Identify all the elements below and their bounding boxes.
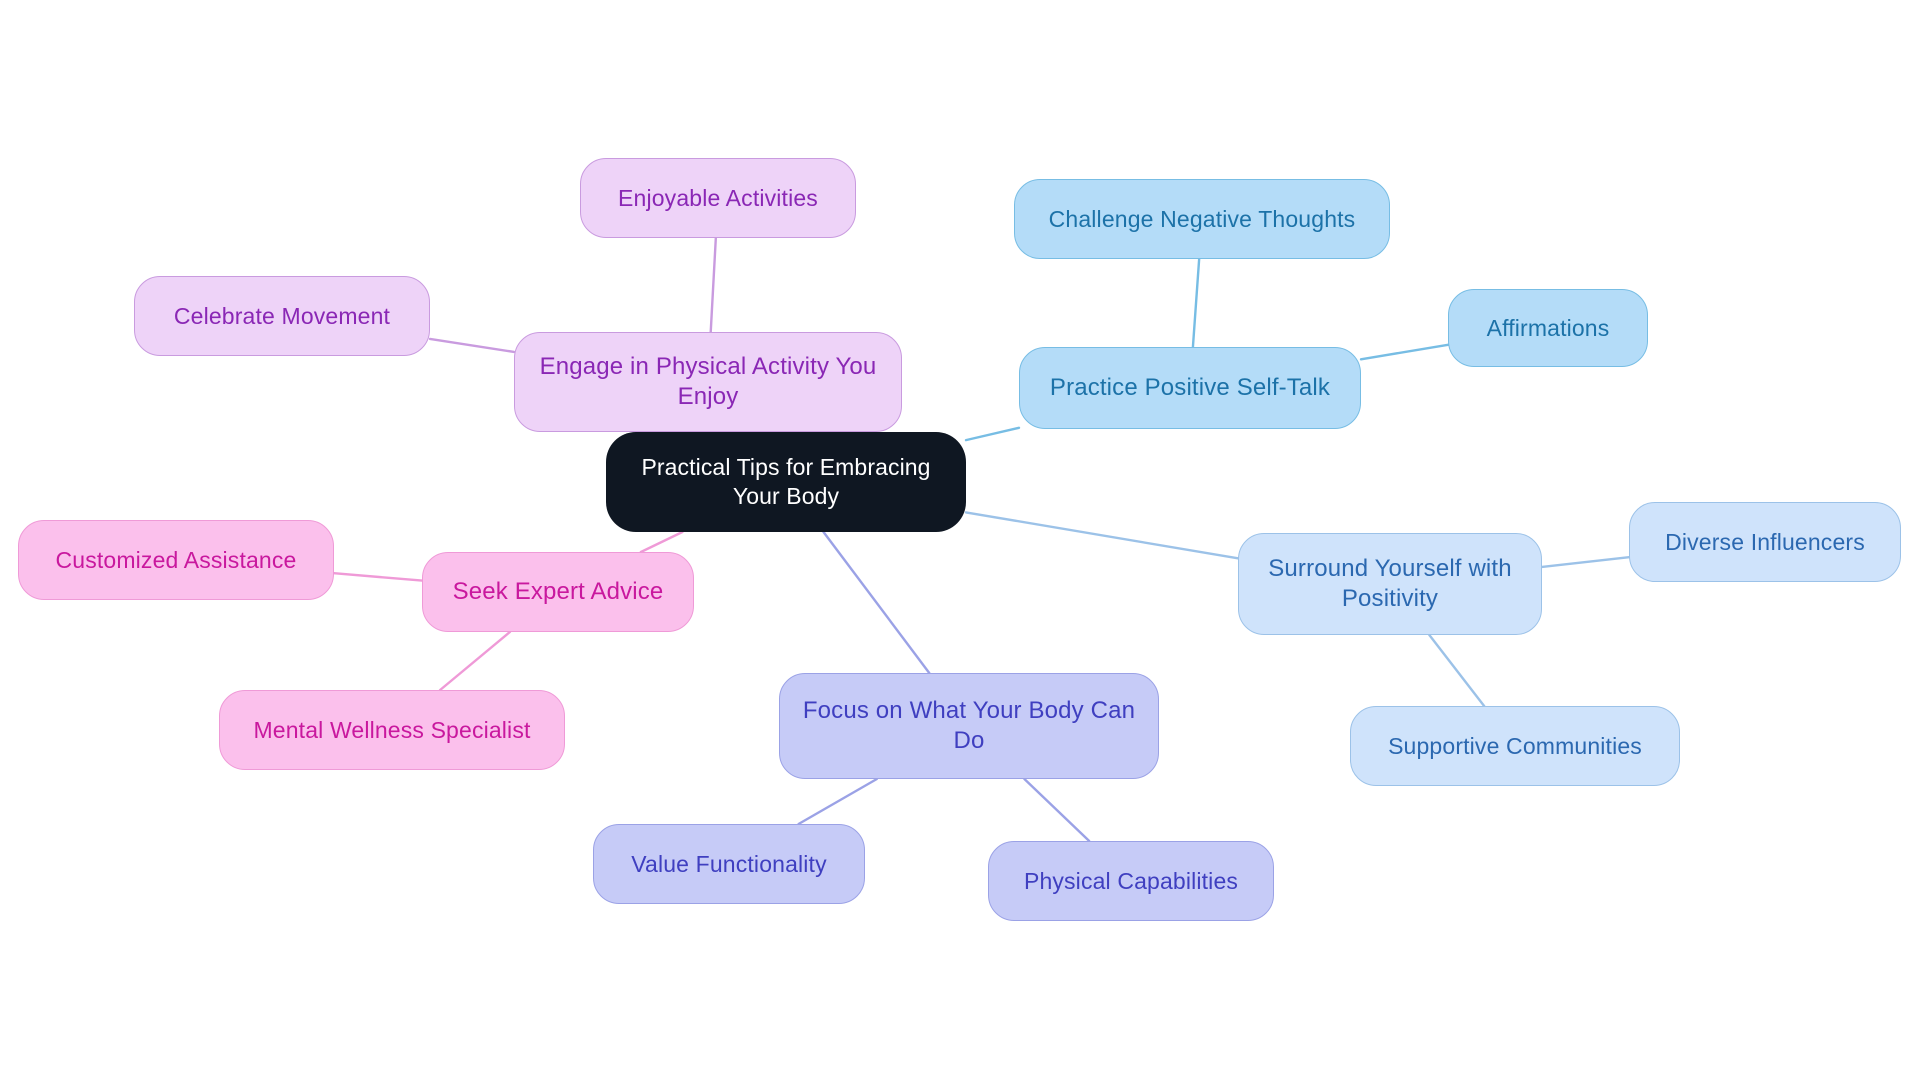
mindmap-node-practice-positive-self-talk[interactable]: Practice Positive Self-Talk (1019, 347, 1361, 429)
edge-engage-physical-activity-to-celebrate-movement (428, 337, 516, 354)
edge-focus-on-what-body-can-do-to-value-functionality (797, 777, 879, 826)
mindmap-node-value-functionality[interactable]: Value Functionality (593, 824, 865, 904)
mindmap-node-seek-expert-advice[interactable]: Seek Expert Advice (422, 552, 694, 632)
mindmap-node-surround-yourself-positivity[interactable]: Surround Yourself with Positivity (1238, 533, 1542, 635)
edge-root-to-surround-yourself-positivity (964, 511, 1240, 560)
edge-surround-yourself-positivity-to-supportive-communities (1428, 633, 1486, 708)
mindmap-node-physical-capabilities[interactable]: Physical Capabilities (988, 841, 1274, 921)
edge-root-to-practice-positive-self-talk (964, 426, 1021, 442)
edge-surround-yourself-positivity-to-diverse-influencers (1540, 556, 1631, 569)
edge-engage-physical-activity-to-enjoyable-activities (709, 236, 718, 334)
mindmap-node-root[interactable]: Practical Tips for Embracing Your Body (606, 432, 966, 532)
edge-focus-on-what-body-can-do-to-physical-capabilities (1023, 777, 1091, 843)
mindmap-node-mental-wellness-specialist[interactable]: Mental Wellness Specialist (219, 690, 565, 770)
edge-seek-expert-advice-to-mental-wellness-specialist (438, 630, 512, 692)
mindmap-canvas: Enjoyable Activities Celebrate Movement En… (0, 0, 1920, 1083)
mindmap-node-engage-physical-activity[interactable]: Engage in Physical Activity You Enjoy (514, 332, 902, 432)
edge-practice-positive-self-talk-to-challenge-negative-thoughts (1191, 257, 1201, 349)
edge-root-to-seek-expert-advice (639, 530, 684, 554)
mindmap-node-challenge-negative-thoughts[interactable]: Challenge Negative Thoughts (1014, 179, 1390, 259)
mindmap-node-diverse-influencers[interactable]: Diverse Influencers (1629, 502, 1901, 582)
edge-practice-positive-self-talk-to-affirmations (1359, 343, 1450, 361)
mindmap-node-enjoyable-activities[interactable]: Enjoyable Activities (580, 158, 856, 238)
mindmap-node-customized-assistance[interactable]: Customized Assistance (18, 520, 334, 600)
mindmap-node-celebrate-movement[interactable]: Celebrate Movement (134, 276, 430, 356)
edge-root-to-focus-on-what-body-can-do (822, 530, 931, 675)
edge-seek-expert-advice-to-customized-assistance (332, 572, 424, 582)
mindmap-node-affirmations[interactable]: Affirmations (1448, 289, 1648, 367)
mindmap-node-supportive-communities[interactable]: Supportive Communities (1350, 706, 1680, 786)
mindmap-node-focus-on-what-body-can-do[interactable]: Focus on What Your Body Can Do (779, 673, 1159, 779)
